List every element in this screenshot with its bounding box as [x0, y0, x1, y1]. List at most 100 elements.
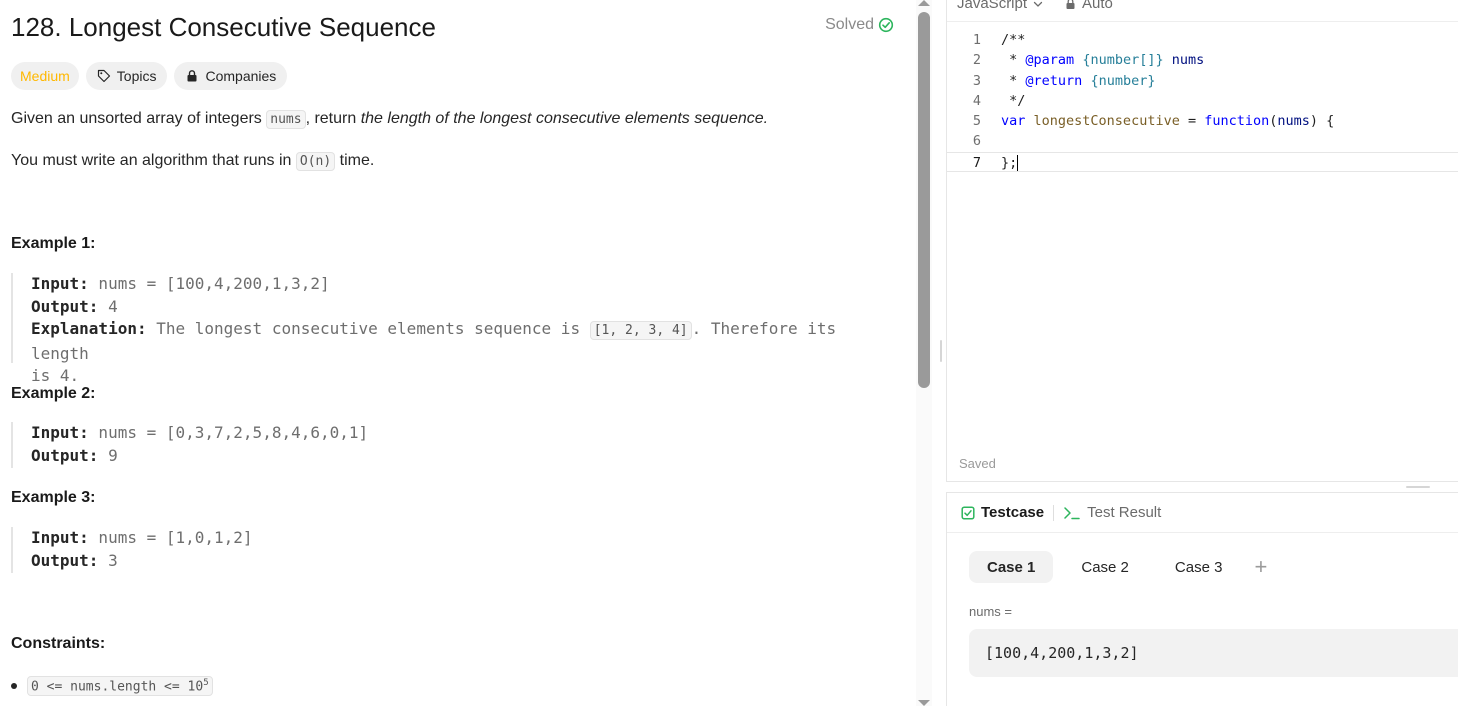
output-value: 3 — [98, 550, 118, 570]
testcase-tabs: Testcase Test Result — [947, 493, 1458, 533]
vertical-resize-handle[interactable] — [940, 340, 942, 362]
constraint-exponent: 5 — [203, 678, 209, 688]
token: longestConsecutive — [1033, 113, 1180, 130]
output-value: 4 — [98, 296, 118, 316]
variable-label: nums = — [969, 604, 1012, 619]
example-1-output: Output: 4 — [31, 296, 896, 319]
token: @return — [1025, 72, 1083, 89]
line-number: 6 — [972, 133, 981, 150]
explanation-text: The longest consecutive elements sequenc… — [146, 319, 590, 338]
inline-code: [1, 2, 3, 4] — [589, 321, 692, 340]
example-1-heading: Example 1: — [11, 235, 96, 252]
solved-label: Solved — [825, 16, 874, 33]
constraint-item: 0 <= nums.length <= 105 — [11, 676, 213, 697]
companies-button[interactable]: Companies — [174, 62, 288, 90]
add-case-icon[interactable]: + — [1254, 556, 1267, 578]
code-editor-panel: JavaScript Auto 1 /** 2 * @param {number… — [946, 0, 1458, 482]
code-line[interactable]: 6 — [947, 131, 1458, 151]
token: * — [1001, 72, 1026, 89]
example-2-output: Output: 9 — [31, 445, 896, 468]
example-1-explanation: Explanation: The longest consecutive ele… — [31, 318, 896, 365]
tag-row: Medium Topics Companies — [11, 62, 288, 90]
chevron-down-icon — [1033, 1, 1043, 7]
tab-test-result[interactable]: Test Result — [1063, 504, 1161, 521]
auto-mode-toggle[interactable]: Auto — [1065, 0, 1113, 12]
title-row: 128. Longest Consecutive Sequence Solved — [11, 10, 896, 46]
example-1-input: Input: nums = [100,4,200,1,3,2] — [31, 273, 896, 296]
constraints-heading: Constraints: — [11, 635, 106, 652]
testcase-input[interactable]: [100,4,200,1,3,2] — [969, 629, 1458, 677]
case-2-tab[interactable]: Case 2 — [1063, 551, 1147, 583]
line-number: 3 — [972, 72, 981, 89]
code-line[interactable]: 1 /** — [947, 30, 1458, 50]
desc-text: , return — [305, 110, 361, 127]
tab-divider — [1053, 504, 1055, 521]
desc-emphasis: the length of the longest consecutive el… — [360, 110, 769, 127]
tab-label: Test Result — [1087, 504, 1162, 521]
description-panel: 128. Longest Consecutive Sequence Solved… — [0, 0, 912, 706]
token: nums — [1163, 52, 1205, 69]
description-paragraph-2: You must write an algorithm that runs in… — [11, 150, 374, 173]
lock-icon — [1066, 0, 1075, 9]
topics-button[interactable]: Topics — [85, 62, 168, 90]
token: function — [1204, 113, 1270, 130]
horizontal-resize-handle[interactable] — [1406, 486, 1430, 488]
code-line[interactable]: 4 */ — [947, 91, 1458, 111]
difficulty-badge: Medium — [11, 62, 79, 90]
tag-icon — [97, 69, 110, 83]
code-text: var longestConsecutive = function(nums) … — [1001, 111, 1334, 131]
testcase-panel: Testcase Test Result Case 1 Case 2 Case … — [946, 492, 1458, 706]
scrollbar-thumb[interactable] — [918, 12, 930, 388]
line-number: 1 — [972, 32, 981, 48]
case-3-tab[interactable]: Case 3 — [1157, 551, 1241, 583]
code-text: }; — [1001, 153, 1019, 173]
tab-testcase[interactable]: Testcase — [961, 504, 1044, 521]
example-3-heading: Example 3: — [11, 489, 96, 506]
token: = — [1179, 113, 1205, 130]
explanation-label: Explanation: — [31, 319, 147, 338]
check-circle-icon — [878, 17, 894, 33]
example-1-block: Input: nums = [100,4,200,1,3,2] Output: … — [11, 273, 896, 385]
code-line[interactable]: 5 var longestConsecutive = function(nums… — [947, 111, 1458, 131]
input-label: Input: — [31, 274, 89, 293]
line-number: 7 — [972, 154, 981, 171]
code-text: * @return {number} — [1001, 71, 1155, 91]
editor-toolbar: JavaScript Auto — [947, 0, 1458, 22]
case-1-tab[interactable]: Case 1 — [969, 551, 1054, 583]
code-area[interactable]: 1 /** 2 * @param {number[]} nums 3 * @re… — [947, 30, 1458, 173]
output-label: Output: — [31, 445, 99, 465]
output-label: Output: — [31, 296, 99, 316]
code-line-active[interactable]: 7 }; — [947, 151, 1458, 173]
tab-label: Testcase — [981, 504, 1045, 521]
code-text: /** — [1001, 32, 1026, 48]
token: }; — [1001, 154, 1018, 171]
case-tabs: Case 1 Case 2 Case 3 + — [969, 551, 1267, 583]
input-label: Input: — [31, 528, 89, 547]
language-label: JavaScript — [957, 0, 1028, 12]
constraint-text: 0 <= nums.length <= 10 — [31, 679, 204, 695]
desc-text: Given an unsorted array of integers — [11, 110, 267, 127]
token: nums — [1277, 113, 1310, 130]
problem-title[interactable]: 128. Longest Consecutive Sequence — [11, 10, 896, 44]
lock-icon — [187, 70, 197, 82]
token: ) { — [1309, 113, 1335, 130]
example-2-block: Input: nums = [0,3,7,2,5,8,4,6,0,1] Outp… — [11, 422, 896, 468]
inline-code: nums — [266, 110, 306, 129]
terminal-icon — [1064, 506, 1080, 519]
token: {number[]} — [1082, 52, 1164, 69]
language-selector[interactable]: JavaScript — [957, 0, 1044, 12]
code-line[interactable]: 3 * @return {number} — [947, 71, 1458, 91]
inline-code: O(n) — [295, 152, 336, 171]
line-number: 5 — [972, 113, 981, 130]
input-value: nums = [1,0,1,2] — [88, 528, 253, 547]
example-2-input: Input: nums = [0,3,7,2,5,8,4,6,0,1] — [31, 422, 896, 445]
text-caret — [1017, 154, 1019, 171]
desc-text: You must write an algorithm that runs in — [11, 152, 296, 169]
code-line[interactable]: 2 * @param {number[]} nums — [947, 50, 1458, 70]
token: var — [1001, 113, 1026, 130]
example-2-heading: Example 2: — [11, 385, 96, 402]
input-value: nums = [100,4,200,1,3,2] — [88, 274, 330, 293]
example-3-block: Input: nums = [1,0,1,2] Output: 3 — [11, 527, 896, 573]
example-3-output: Output: 3 — [31, 550, 896, 573]
